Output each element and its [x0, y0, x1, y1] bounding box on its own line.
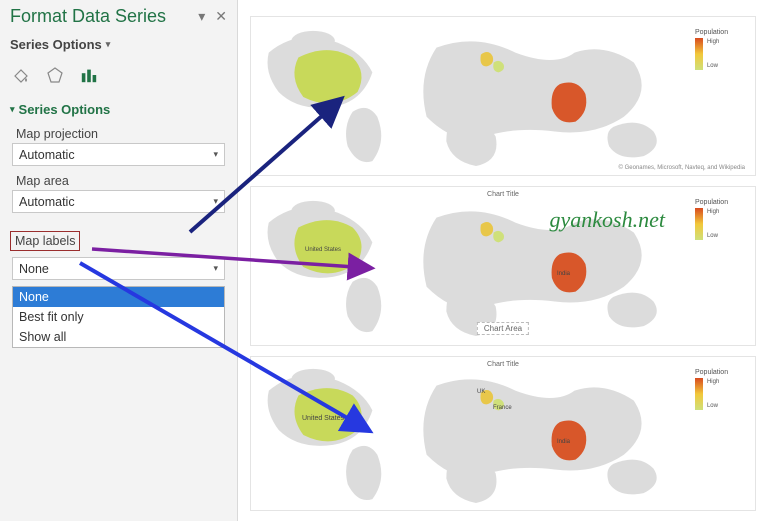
label-fr: France [493, 405, 512, 411]
map-canvas-1 [257, 23, 685, 169]
legend-ticks: High Low [707, 378, 719, 410]
legend-title: Population [695, 199, 747, 206]
dropdown-map-labels: None Best fit only Show all [12, 286, 225, 348]
map-none[interactable]: Population High Low © Geonames, Microsof… [250, 16, 756, 176]
option-show-all[interactable]: Show all [13, 327, 224, 347]
legend-title: Population [695, 369, 747, 376]
section-series-options[interactable]: ▾ Series Options [10, 102, 227, 117]
format-pane: Format Data Series ▾ ✕ Series Options ▾ … [0, 0, 238, 521]
map-show-all[interactable]: Chart Title United States UK France I [250, 356, 756, 511]
pane-close-icon[interactable]: ✕ [215, 8, 227, 25]
chart-area-box[interactable]: Chart Area [477, 322, 529, 335]
legend-gradient [695, 38, 703, 70]
combo-map-projection[interactable]: Automatic ▾ [12, 143, 225, 166]
map-canvas-2: United States India [257, 193, 685, 339]
legend-ticks: High Low [707, 38, 719, 70]
pane-tab-icons [12, 66, 227, 84]
legend-3: Population High Low [695, 369, 747, 410]
chevron-down-icon: ▾ [213, 149, 218, 160]
chevron-down-icon: ▾ [106, 39, 111, 50]
maps-panel: Population High Low © Geonames, Microsof… [238, 0, 768, 521]
legend-title: Population [695, 29, 747, 36]
legend-1: Population High Low [695, 29, 747, 70]
legend-ticks: High Low [707, 208, 719, 240]
chevron-down-icon: ▾ [213, 263, 218, 274]
triangle-down-icon: ▾ [10, 104, 15, 115]
combo-map-area[interactable]: Automatic ▾ [12, 190, 225, 213]
label-uk: UK [477, 389, 485, 395]
label-map-area: Map area [10, 174, 227, 188]
label-map-projection: Map projection [10, 127, 227, 141]
effects-pentagon-icon[interactable] [46, 66, 64, 84]
combo-map-labels[interactable]: None ▾ [12, 257, 225, 280]
pane-header: Format Data Series ▾ ✕ [10, 6, 227, 27]
map-best-fit[interactable]: Chart Title United States India Chart Ar [250, 186, 756, 346]
section-head-label: Series Options [19, 102, 111, 117]
option-best-fit-only[interactable]: Best fit only [13, 307, 224, 327]
legend-2: Population High Low [695, 199, 747, 240]
label-india: India [557, 271, 570, 277]
option-none[interactable]: None [13, 287, 224, 307]
series-bars-icon[interactable] [80, 66, 98, 84]
series-switch-label: Series Options [10, 37, 102, 52]
label-us: United States [305, 247, 341, 253]
map-attribution: © Geonames, Microsoft, Navteq, and Wikip… [619, 165, 745, 171]
combo-labels-value: None [19, 262, 49, 276]
label-map-labels: Map labels [10, 231, 80, 251]
fill-bucket-icon[interactable] [12, 66, 30, 84]
pane-menu-icon[interactable]: ▾ [198, 8, 205, 25]
legend-gradient [695, 208, 703, 240]
legend-gradient [695, 378, 703, 410]
chevron-down-icon: ▾ [213, 196, 218, 207]
pane-title: Format Data Series [10, 6, 166, 27]
combo-projection-value: Automatic [19, 148, 75, 162]
pane-window-controls: ▾ ✕ [198, 8, 227, 25]
combo-area-value: Automatic [19, 195, 75, 209]
label-india: India [557, 439, 570, 445]
label-us: United States [302, 415, 344, 422]
map-canvas-3: United States UK France India [257, 363, 685, 504]
series-options-switcher[interactable]: Series Options ▾ [10, 37, 227, 52]
